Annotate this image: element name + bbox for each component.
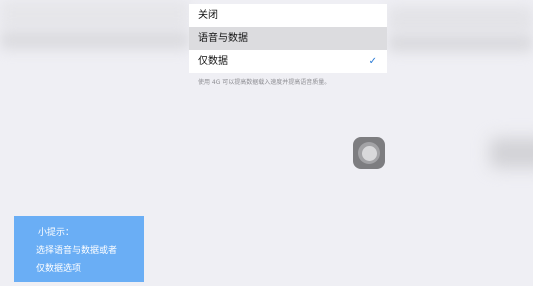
assistive-touch-icon[interactable] xyxy=(353,137,385,169)
blurred-background-item xyxy=(388,34,533,52)
tip-box: 小提示： 选择语音与数据或者 仅数据选项 xyxy=(14,216,144,282)
tip-line: 仅数据选项 xyxy=(36,264,82,274)
option-label: 语音与数据 xyxy=(198,33,248,44)
blurred-background-item xyxy=(490,138,533,168)
settings-screen: 关闭 语音与数据 仅数据 ✓ 使用 4G 可以提高数据载入速度并提高语音质量。 … xyxy=(0,0,533,286)
option-label: 仅数据 xyxy=(198,56,228,67)
assistive-touch-inner-dot xyxy=(361,145,377,161)
options-footnote: 使用 4G 可以提高数据载入速度并提高语音质量。 xyxy=(198,79,331,86)
checkmark-icon: ✓ xyxy=(368,56,377,67)
blurred-background-item xyxy=(0,30,190,50)
blurred-background-item xyxy=(388,6,533,32)
option-voice-and-data[interactable]: 语音与数据 xyxy=(189,27,387,50)
tip-title: 小提示： xyxy=(38,228,75,238)
tip-line: 选择语音与数据或者 xyxy=(36,246,118,256)
option-label: 关闭 xyxy=(198,10,218,21)
blurred-background-item xyxy=(0,0,190,28)
assistive-touch-outer-ring xyxy=(358,142,380,164)
option-data-only[interactable]: 仅数据 ✓ xyxy=(189,50,387,73)
cellular-voice-data-options: 关闭 语音与数据 仅数据 ✓ 使用 4G 可以提高数据载入速度并提高语音质量。 xyxy=(189,4,387,93)
option-off[interactable]: 关闭 xyxy=(189,4,387,27)
